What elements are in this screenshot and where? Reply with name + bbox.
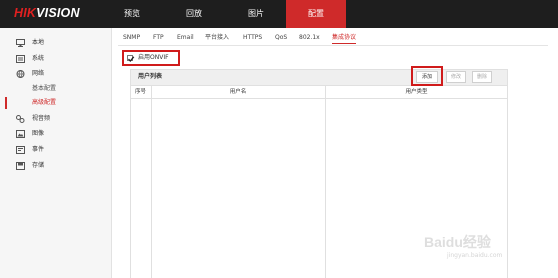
edit-button[interactable]: 修改: [446, 71, 466, 83]
column-header-username: 用户名: [229, 89, 247, 95]
sidebar-item-storage[interactable]: 存储: [0, 159, 112, 173]
baidu-watermark-url: jingyan.baidu.com: [447, 252, 503, 259]
delete-button[interactable]: 删除: [472, 71, 492, 83]
nav-configuration[interactable]: 配置: [286, 0, 346, 28]
sidebar-item-label: 视音频: [32, 115, 51, 122]
sidebar-subitem-label: 基本配置: [32, 85, 57, 92]
sidebar-item-system[interactable]: 系统: [0, 52, 112, 66]
tab-8021x[interactable]: 802.1x: [299, 32, 320, 44]
sidebar-subitem-advanced-config[interactable]: 高级配置: [0, 96, 112, 110]
event-icon: [16, 146, 25, 154]
tab-platform-access[interactable]: 平台接入: [205, 32, 229, 44]
tab-https[interactable]: HTTPS: [243, 32, 262, 44]
column-header-index: 序号: [134, 89, 146, 95]
tab-snmp[interactable]: SNMP: [123, 32, 140, 44]
sidebar-item-label: 本地: [32, 39, 45, 46]
sidebar-subitem-basic-config[interactable]: 基本配置: [0, 82, 112, 96]
onvif-checkbox[interactable]: [127, 55, 135, 62]
nav-picture[interactable]: 图片: [230, 0, 282, 28]
sidebar-subitem-label: 高级配置: [32, 99, 57, 106]
checkmark-icon: [128, 56, 135, 62]
image-icon: [16, 130, 25, 138]
sidebar-item-label: 图像: [32, 130, 45, 137]
nav-playback[interactable]: 回放: [168, 0, 220, 28]
sidebar-item-image[interactable]: 图像: [0, 127, 112, 141]
nav-preview[interactable]: 预览: [106, 0, 158, 28]
tab-qos[interactable]: QoS: [275, 32, 287, 44]
active-indicator: [5, 97, 7, 109]
sidebar-item-label: 系统: [32, 55, 45, 62]
table-header-divider: [130, 98, 508, 99]
table-column-divider: [151, 86, 152, 278]
hikvision-logo: HIKVISION: [14, 6, 80, 20]
sidebar-item-label: 事件: [32, 146, 45, 153]
sidebar-item-network[interactable]: 网络: [0, 67, 112, 81]
tab-email[interactable]: Email: [177, 32, 194, 44]
onvif-checkbox-label: 启用ONVIF: [138, 54, 169, 61]
table-column-divider: [325, 86, 326, 278]
monitor-icon: [16, 39, 25, 47]
tab-integration-protocol[interactable]: 集成协议: [332, 32, 357, 44]
sidebar-item-local[interactable]: 本地: [0, 36, 112, 50]
storage-icon: [16, 162, 25, 170]
tab-divider: [118, 45, 548, 46]
audio-video-icon: [16, 115, 25, 123]
column-header-user-type: 用户类型: [405, 89, 428, 95]
add-button[interactable]: 添加: [416, 71, 438, 83]
top-bar: HIKVISION 预览 回放 图片 配置: [0, 0, 558, 28]
sidebar-item-label: 网络: [32, 70, 45, 77]
system-icon: [16, 55, 25, 63]
baidu-watermark: Baidu经验: [424, 234, 491, 250]
sidebar-item-audio-video[interactable]: 视音频: [0, 112, 112, 126]
tab-ftp[interactable]: FTP: [153, 32, 164, 44]
sidebar-item-label: 存储: [32, 162, 45, 169]
sidebar-item-event[interactable]: 事件: [0, 143, 112, 157]
user-list-title: 用户列表: [138, 73, 163, 80]
globe-icon: [16, 70, 25, 78]
